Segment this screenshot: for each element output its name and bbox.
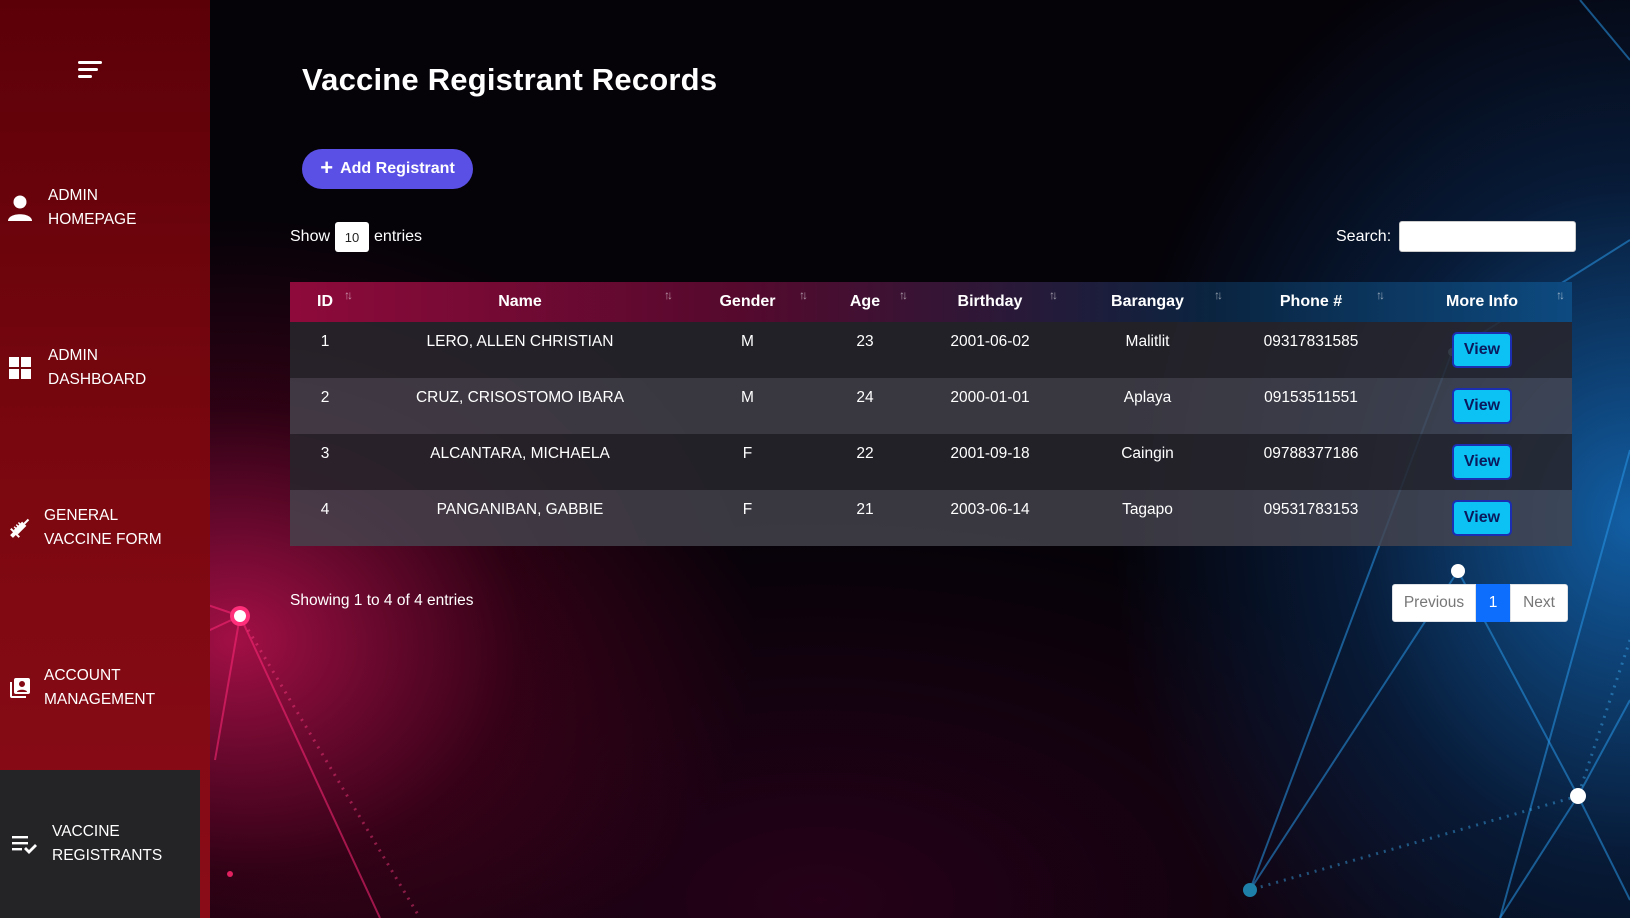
- user-icon: [2, 194, 38, 222]
- sidebar-item-label: ADMIN HOMEPAGE: [48, 187, 137, 228]
- cell-name: CRUZ, CRISOSTOMO IBARA: [415, 389, 625, 406]
- cell-birthday: 2003-06-14: [950, 501, 1030, 518]
- column-header-gender[interactable]: Gender ↑↓: [680, 282, 815, 322]
- cell-age: 21: [856, 501, 874, 518]
- sidebar-item-label: VACCINE REGISTRANTS: [52, 823, 163, 864]
- cell-id: 1: [320, 333, 330, 350]
- cell-id: 3: [320, 445, 330, 462]
- page-title: Vaccine Registrant Records: [302, 62, 718, 97]
- cell-more-info: View: [1392, 322, 1572, 378]
- sidebar-item-label: ADMIN DASHBOARD: [48, 347, 147, 388]
- cell-birthday: 2001-09-18: [950, 445, 1030, 462]
- cell-age: 23: [856, 333, 874, 350]
- sort-icon: ↑↓: [1376, 288, 1385, 302]
- cell-phone: 09531783153: [1263, 501, 1359, 518]
- sidebar-item-label: ACCOUNT MANAGEMENT: [44, 667, 156, 708]
- hamburger-menu-icon[interactable]: [74, 58, 102, 82]
- column-header-barangay[interactable]: Barangay ↑↓: [1065, 282, 1230, 322]
- cell-barangay: Malitlit: [1125, 333, 1170, 350]
- sidebar-item-admin-dashboard[interactable]: ADMIN DASHBOARD: [0, 318, 210, 418]
- cell-gender: F: [742, 501, 753, 518]
- pagination-next-button[interactable]: Next: [1510, 584, 1568, 622]
- syringe-icon: [2, 515, 38, 541]
- entries-label: entries: [374, 228, 423, 245]
- cell-gender: M: [741, 333, 754, 350]
- entries-select[interactable]: 10: [335, 222, 370, 252]
- view-button[interactable]: View: [1452, 500, 1512, 536]
- cell-age: 24: [856, 389, 874, 406]
- cell-barangay: Caingin: [1121, 445, 1174, 462]
- cell-phone: 09153511551: [1264, 389, 1358, 406]
- cell-name: ALCANTARA, MICHAELA: [430, 445, 610, 462]
- view-button[interactable]: View: [1452, 444, 1512, 480]
- sort-icon: ↑↓: [799, 288, 808, 302]
- cell-gender: F: [742, 445, 753, 462]
- view-button[interactable]: View: [1452, 388, 1512, 424]
- sort-icon: ↑↓: [664, 288, 673, 302]
- cell-more-info: View: [1392, 490, 1572, 546]
- sidebar-item-label: GENERAL VACCINE FORM: [44, 507, 162, 548]
- search-control: Search:: [1336, 221, 1577, 252]
- cell-name: PANGANIBAN, GABBIE: [436, 501, 604, 518]
- playlist-check-icon: [6, 833, 42, 855]
- sidebar: ADMIN HOMEPAGE ADMIN DASHBOARD GENERAL VACC…: [0, 0, 210, 918]
- column-header-age[interactable]: Age ↑↓: [815, 282, 915, 322]
- sort-icon: ↑↓: [899, 288, 908, 302]
- table-row: 4 PANGANIBAN, GABBIE F 21 2003-06-14 Tag…: [290, 490, 1572, 546]
- column-header-more-info[interactable]: More Info ↑↓: [1392, 282, 1572, 322]
- entries-length-control: Show 10 entries: [290, 222, 422, 252]
- column-header-name[interactable]: Name ↑↓: [360, 282, 680, 322]
- table-row: 2 CRUZ, CRISOSTOMO IBARA M 24 2000-01-01…: [290, 378, 1572, 434]
- search-label: Search:: [1336, 227, 1392, 245]
- sidebar-item-general-vaccine-form[interactable]: GENERAL VACCINE FORM: [0, 478, 210, 578]
- sidebar-item-admin-homepage[interactable]: ADMIN HOMEPAGE: [0, 158, 210, 258]
- sidebar-item-vaccine-registrants[interactable]: VACCINE REGISTRANTS: [0, 770, 200, 918]
- cell-phone: 09317831585: [1263, 333, 1359, 350]
- sort-icon: ↑↓: [1556, 288, 1565, 302]
- cell-phone: 09788377186: [1263, 445, 1359, 462]
- pagination-page-button[interactable]: 1: [1476, 584, 1510, 622]
- cell-barangay: Tagapo: [1122, 501, 1173, 518]
- sort-icon: ↑↓: [1049, 288, 1058, 302]
- add-registrant-label: Add Registrant: [340, 160, 455, 177]
- sort-asc-icon: ↑↓: [344, 288, 353, 302]
- cell-name: LERO, ALLEN CHRISTIAN: [426, 333, 614, 350]
- pagination-previous-button[interactable]: Previous: [1392, 584, 1476, 622]
- column-header-birthday[interactable]: Birthday ↑↓: [915, 282, 1065, 322]
- cell-more-info: View: [1392, 378, 1572, 434]
- cell-age: 22: [856, 445, 874, 462]
- table-row: 3 ALCANTARA, MICHAELA F 22 2001-09-18 Ca…: [290, 434, 1572, 490]
- grid-icon: [2, 356, 38, 380]
- view-button[interactable]: View: [1452, 332, 1512, 368]
- add-registrant-button[interactable]: + Add Registrant: [302, 149, 473, 189]
- table-row: 1 LERO, ALLEN CHRISTIAN M 23 2001-06-02 …: [290, 322, 1572, 378]
- table-info-text: Showing 1 to 4 of 4 entries: [290, 592, 474, 609]
- sort-icon: ↑↓: [1214, 288, 1223, 302]
- registrants-table: ID ↑↓ Name ↑↓ Gender ↑↓ Age ↑↓ Birthday ↑↓ Ba…: [290, 282, 1572, 546]
- cell-id: 2: [320, 389, 330, 406]
- cell-birthday: 2001-06-02: [950, 333, 1030, 350]
- pagination: Previous 1 Next: [1392, 584, 1568, 622]
- cell-birthday: 2000-01-01: [950, 389, 1030, 406]
- sidebar-item-account-management[interactable]: ACCOUNT MANAGEMENT: [0, 638, 210, 738]
- table-header-row: ID ↑↓ Name ↑↓ Gender ↑↓ Age ↑↓ Birthday ↑↓ Ba…: [290, 282, 1572, 322]
- column-header-id[interactable]: ID ↑↓: [290, 282, 360, 322]
- cell-barangay: Aplaya: [1123, 389, 1172, 406]
- show-label: Show: [290, 228, 331, 245]
- search-input[interactable]: [1399, 221, 1577, 252]
- cell-more-info: View: [1392, 434, 1572, 490]
- column-header-phone[interactable]: Phone # ↑↓: [1230, 282, 1392, 322]
- cell-id: 4: [320, 501, 330, 518]
- account-box-icon: [2, 676, 38, 700]
- cell-gender: M: [741, 389, 754, 406]
- plus-icon: +: [320, 155, 334, 180]
